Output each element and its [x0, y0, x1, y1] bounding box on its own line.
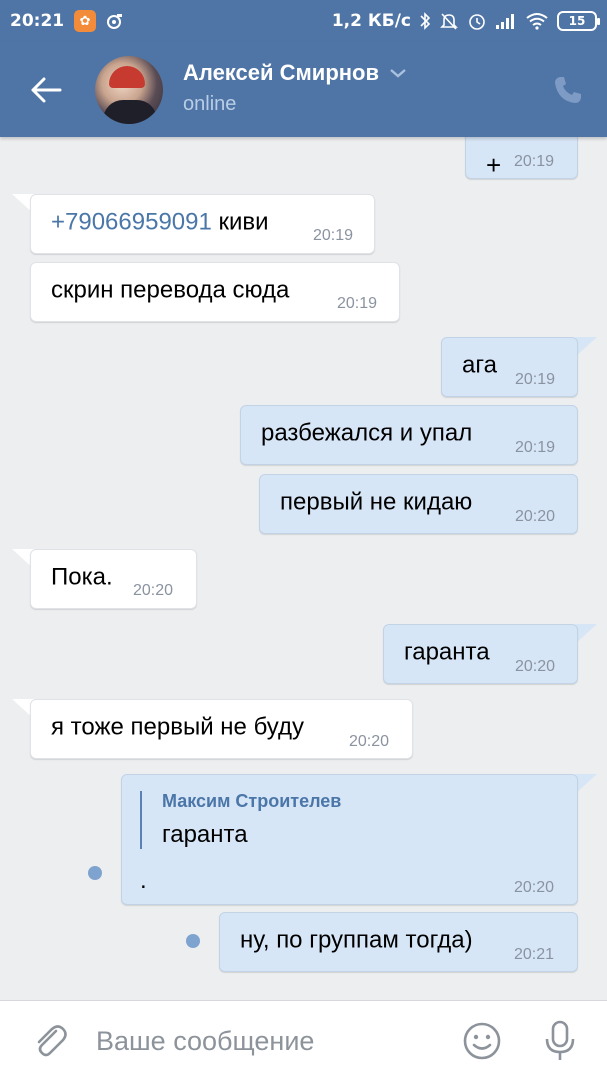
message-text: +79066959091 киви — [51, 209, 269, 237]
bluetooth-icon — [420, 12, 431, 30]
message-text: + — [486, 150, 502, 180]
message-text: разбежался и упал — [261, 419, 473, 447]
quote-bar — [140, 791, 142, 849]
unread-indicator — [186, 934, 200, 948]
status-time: 20:21 — [10, 11, 65, 31]
message-input[interactable] — [96, 1019, 436, 1063]
message-time: 20:19 — [337, 295, 378, 312]
network-speed: 1,2 КБ/с — [331, 11, 411, 31]
mute-icon — [440, 13, 458, 30]
message-time: 20:20 — [133, 582, 174, 599]
avatar[interactable] — [95, 56, 163, 124]
message-time: 20:20 — [515, 508, 556, 525]
bubble-tail — [575, 337, 597, 357]
attach-icon[interactable] — [30, 1021, 70, 1061]
microphone-icon[interactable] — [540, 1019, 580, 1063]
tool-icon — [107, 14, 123, 29]
unread-indicator — [88, 866, 102, 880]
message-text: первый не кидаю — [280, 488, 473, 516]
message-text: ага — [462, 351, 497, 379]
battery-icon: 15 — [557, 11, 600, 31]
message-outgoing[interactable]: разбежался и упал 20:19 — [240, 405, 578, 465]
message-text: Пока. — [51, 563, 113, 591]
alarm-icon — [469, 14, 485, 30]
message-list[interactable]: + 20:19 +79066959091 киви 20:19 скрин пе… — [0, 117, 607, 1000]
chat-header: Алексей Смирнов online — [0, 42, 607, 137]
contact-name: Алексей Смирнов — [183, 60, 380, 85]
bubble-tail — [575, 774, 597, 794]
bubble-tail — [575, 624, 597, 644]
message-time: 20:20 — [514, 879, 555, 896]
quote-author[interactable]: Максим Строителев — [162, 791, 341, 812]
message-outgoing-with-quote[interactable]: Максим Строителев гаранта . 20:20 — [121, 774, 578, 905]
battery-level: 15 — [568, 14, 586, 28]
message-outgoing[interactable]: ага 20:19 — [441, 337, 578, 397]
status-bar: 20:21 ✿ 1,2 КБ/с 15 — [0, 0, 607, 42]
message-incoming[interactable]: скрин перевода сюда 20:19 — [30, 262, 400, 322]
phone-link[interactable]: +79066959091 — [51, 209, 212, 236]
message-outgoing[interactable]: первый не кидаю 20:20 — [259, 474, 578, 534]
message-text: гаранта — [404, 638, 490, 666]
message-time: 20:19 — [514, 153, 555, 170]
avatar-cap-shape — [109, 66, 145, 88]
message-text: скрин перевода сюда — [51, 276, 290, 304]
message-text: ну, по группам тогда) — [240, 926, 473, 954]
message-incoming[interactable]: Пока. 20:20 — [30, 549, 197, 609]
back-arrow-icon — [31, 77, 62, 103]
message-outgoing[interactable]: гаранта 20:20 — [383, 624, 578, 684]
message-time: 20:20 — [349, 733, 390, 750]
message-time: 20:19 — [515, 439, 556, 456]
contact-status: online — [183, 93, 237, 115]
message-incoming[interactable]: +79066959091 киви 20:19 — [30, 194, 375, 254]
message-text: . — [140, 867, 147, 894]
notification-app-icon: ✿ — [74, 10, 97, 32]
contact-name-row[interactable]: Алексей Смирнов — [183, 60, 407, 86]
message-composer — [0, 1000, 607, 1080]
message-text: я тоже первый не буду — [51, 713, 304, 741]
signal-icon — [496, 14, 514, 29]
message-text-rest: киви — [211, 208, 269, 236]
back-button[interactable] — [26, 70, 66, 110]
message-time: 20:19 — [515, 371, 556, 388]
quote-text: гаранта — [162, 821, 248, 848]
message-outgoing[interactable]: ну, по группам тогда) 20:21 — [219, 912, 578, 972]
avatar-shirt-shape — [103, 100, 157, 124]
message-time: 20:21 — [514, 946, 555, 963]
emoji-icon[interactable] — [462, 1021, 502, 1061]
phone-icon[interactable] — [552, 74, 584, 106]
message-time: 20:20 — [515, 658, 556, 675]
chevron-down-icon — [390, 69, 406, 78]
wifi-icon — [526, 13, 548, 30]
message-time: 20:19 — [313, 227, 354, 244]
message-incoming[interactable]: я тоже первый не буду 20:20 — [30, 699, 413, 759]
